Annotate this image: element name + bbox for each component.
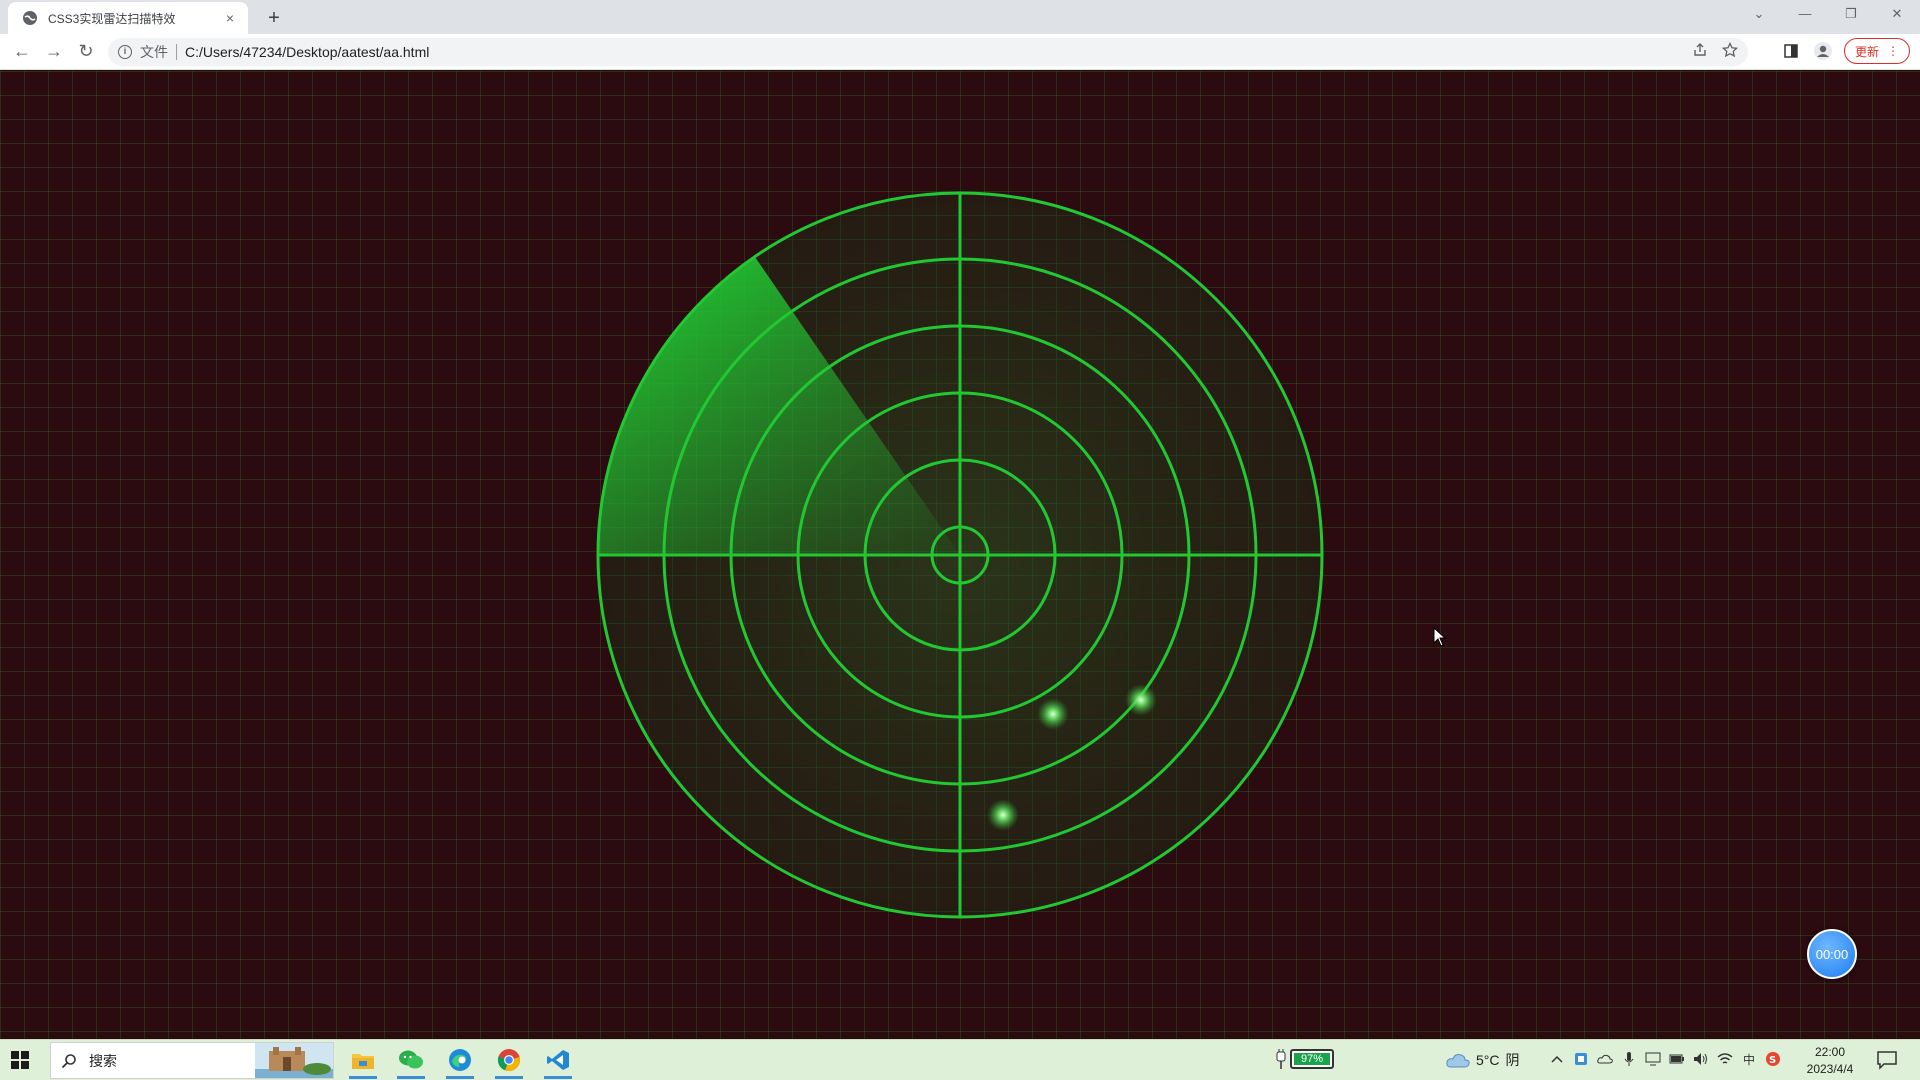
system-clock[interactable]: 22:00 2023/4/4 (1790, 1044, 1870, 1078)
address-separator (176, 44, 177, 60)
file-explorer-icon[interactable] (343, 1041, 383, 1079)
weather-temperature: 5°C (1476, 1052, 1500, 1068)
input-method-icon[interactable]: 中 (1740, 1050, 1758, 1068)
battery-box: 97% (1290, 1049, 1334, 1069)
toolbar-right: 更新 ⋮ (1780, 38, 1910, 64)
radar-blip (1125, 684, 1157, 716)
power-plug-icon (1276, 1049, 1286, 1069)
search-icon (61, 1053, 76, 1068)
update-button[interactable]: 更新 ⋮ (1843, 38, 1910, 64)
menu-dots-icon: ⋮ (1887, 44, 1899, 58)
weather-description: 阴 (1505, 1052, 1520, 1068)
clock-date: 2023/4/4 (1806, 1062, 1854, 1076)
cloud-icon (1446, 1054, 1470, 1068)
svg-text:中: 中 (1743, 1052, 1755, 1066)
vscode-icon[interactable] (538, 1041, 578, 1079)
battery-percent: 97% (1294, 1053, 1330, 1065)
wechat-icon[interactable] (391, 1041, 431, 1079)
search-placeholder: 搜索 (89, 1052, 117, 1069)
side-panel-icon[interactable] (1780, 40, 1802, 62)
taskbar-search-box[interactable]: 搜索 (50, 1042, 334, 1079)
address-bar[interactable]: i 文件 C:/Users/47234/Desktop/aatest/aa.ht… (108, 38, 1748, 66)
scheme-label: 文件 (140, 44, 168, 60)
notification-center-icon[interactable] (1876, 1050, 1898, 1070)
mouse-cursor-icon (1433, 627, 1447, 647)
speaker-volume-icon[interactable] (1692, 1050, 1710, 1068)
url-text[interactable]: C:/Users/47234/Desktop/aatest/aa.html (185, 44, 429, 60)
globe-icon (23, 11, 37, 25)
radar-display (596, 191, 1324, 919)
close-window-button[interactable]: ✕ (1874, 0, 1920, 30)
tab-strip: CSS3实现雷达扫描特效 × + ⌄ — ❐ ✕ (0, 0, 1920, 34)
show-hidden-icons-chevron-icon[interactable] (1548, 1050, 1566, 1068)
display-settings-icon[interactable] (1644, 1050, 1662, 1068)
chrome-icon[interactable] (489, 1041, 529, 1079)
bookmark-star-icon[interactable] (1722, 42, 1738, 58)
tab-search-icon[interactable]: ⌄ (1736, 0, 1782, 30)
minimize-button[interactable]: — (1782, 0, 1828, 30)
battery-tray-icon[interactable] (1668, 1050, 1686, 1068)
browser-toolbar: ← → ↻ i 文件 C:/Users/47234/Desktop/aatest… (0, 34, 1920, 70)
active-tab[interactable]: CSS3实现雷达扫描特效 × (8, 2, 248, 34)
tab-close-icon[interactable]: × (222, 10, 238, 26)
tray-app-blue-icon[interactable] (1572, 1050, 1590, 1068)
battery-indicator[interactable]: 97% (1276, 1049, 1334, 1069)
clock-time: 22:00 (1814, 1045, 1846, 1059)
taskbar: 搜索 97% 5°C 阴 中 S 22:00 2023/4/4 (0, 1039, 1920, 1080)
share-icon[interactable] (1692, 42, 1708, 58)
back-button[interactable]: ← (6, 36, 38, 68)
weather-widget[interactable]: 5°C 阴 (1446, 1050, 1520, 1070)
microphone-icon[interactable] (1620, 1050, 1638, 1068)
radar-blip (987, 799, 1019, 831)
recording-timer-button[interactable]: 00:00 (1807, 929, 1857, 979)
onedrive-cloud-icon[interactable] (1596, 1050, 1614, 1068)
address-actions (1692, 42, 1738, 58)
restore-button[interactable]: ❐ (1828, 0, 1874, 30)
update-label: 更新 (1854, 44, 1879, 59)
windows-start-icon[interactable] (10, 1050, 30, 1070)
wifi-network-icon[interactable] (1716, 1050, 1734, 1068)
site-info-icon[interactable]: i (118, 45, 132, 59)
svg-text:S: S (1769, 1055, 1776, 1066)
sogou-input-icon[interactable]: S (1764, 1050, 1782, 1068)
system-tray: 中 S (1548, 1050, 1782, 1068)
edge-icon[interactable] (440, 1041, 480, 1079)
search-highlight-illustration (255, 1043, 333, 1078)
page-viewport: 00:00 (0, 71, 1920, 1039)
profile-avatar-icon[interactable] (1812, 40, 1834, 62)
new-tab-button[interactable]: + (260, 4, 288, 32)
reload-button[interactable]: ↻ (70, 36, 102, 68)
window-controls: ⌄ — ❐ ✕ (1736, 0, 1920, 30)
forward-button[interactable]: → (38, 36, 70, 68)
tab-title: CSS3实现雷达扫描特效 (48, 11, 176, 26)
radar-blip (1037, 698, 1069, 730)
